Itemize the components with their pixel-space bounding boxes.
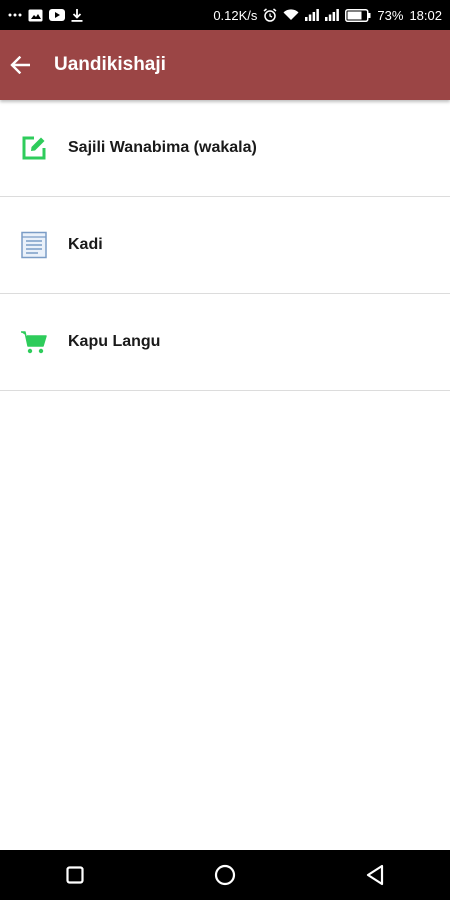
wifi-icon — [283, 9, 299, 21]
alarm-icon — [263, 8, 277, 22]
page-title: Uandikishaji — [54, 54, 166, 75]
menu-item-cards[interactable]: Kadi — [0, 197, 450, 294]
menu-item-label: Sajili Wanabima (wakala) — [68, 139, 257, 156]
back-button[interactable] — [0, 45, 40, 85]
menu-item-label: Kadi — [68, 236, 103, 253]
arrow-left-icon — [10, 56, 30, 74]
cart-icon — [20, 328, 48, 356]
menu-item-register-farmers[interactable]: Sajili Wanabima (wakala) — [0, 100, 450, 197]
network-speed: 0.12K/s — [213, 7, 258, 23]
battery-percent: 73% — [377, 7, 404, 23]
document-icon — [20, 231, 48, 259]
recents-square-icon — [66, 866, 84, 884]
signal-icon — [305, 9, 320, 21]
back-triangle-icon — [365, 864, 385, 886]
download-icon — [71, 8, 83, 22]
youtube-icon — [49, 9, 65, 21]
app-bar: Uandikishaji — [0, 30, 450, 100]
status-bar: 0.12K/s 73% 18:02 — [0, 0, 450, 30]
home-button[interactable] — [195, 850, 255, 900]
clock-time: 18:02 — [409, 7, 442, 23]
menu-item-my-cart[interactable]: Kapu Langu — [0, 294, 450, 391]
menu-item-label: Kapu Langu — [68, 333, 161, 350]
status-right: 0.12K/s 73% 18:02 — [213, 8, 442, 23]
more-dots-icon — [8, 13, 22, 17]
recents-button[interactable] — [45, 850, 105, 900]
gallery-icon — [28, 9, 43, 22]
navigation-bar — [0, 850, 450, 900]
home-circle-icon — [214, 864, 236, 886]
status-left — [8, 8, 83, 22]
signal-icon — [325, 9, 340, 21]
menu-list: Sajili Wanabima (wakala) Kadi Kapu Langu — [0, 100, 450, 391]
nav-back-button[interactable] — [345, 850, 405, 900]
edit-icon — [20, 134, 48, 162]
battery-icon — [345, 8, 371, 22]
